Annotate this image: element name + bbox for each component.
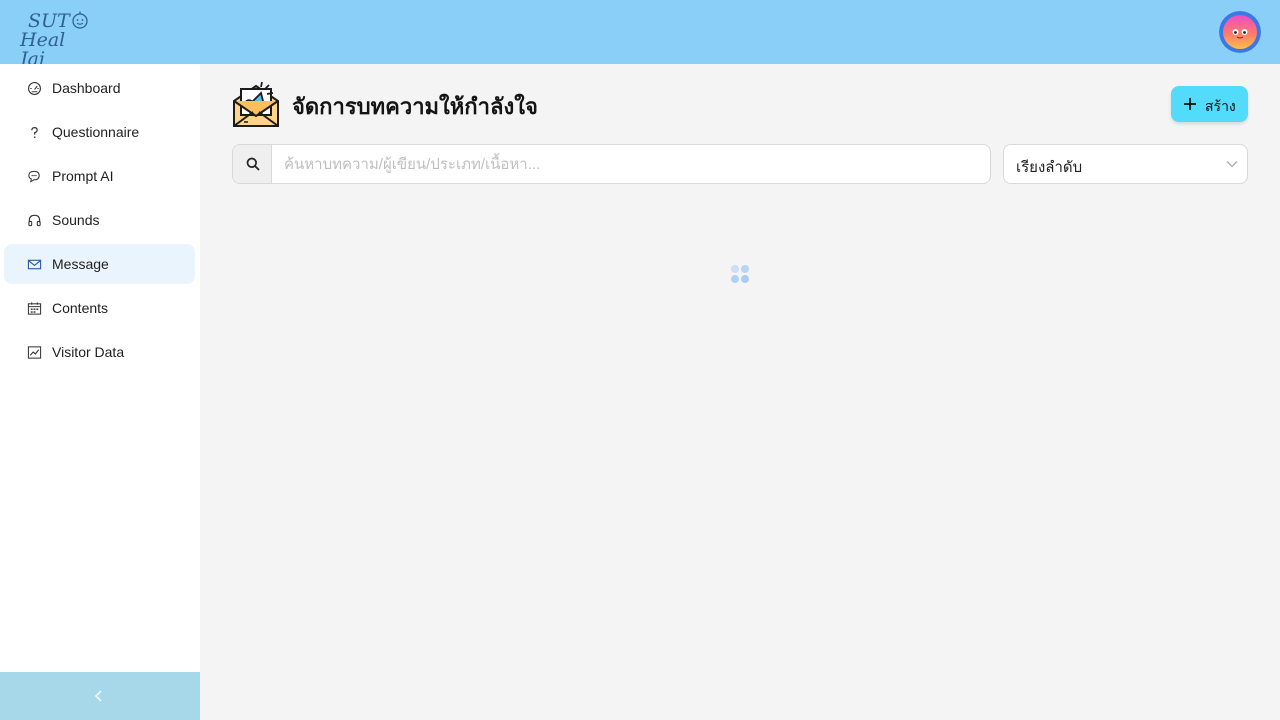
sidebar-item-visitor-data[interactable]: Visitor Data bbox=[4, 332, 195, 372]
sidebar-item-message[interactable]: Message bbox=[4, 244, 195, 284]
spinner-dot bbox=[741, 265, 749, 273]
sidebar-item-label: Sounds bbox=[52, 212, 100, 228]
sort-dropdown-label: เรียงลำดับ bbox=[1016, 159, 1083, 176]
sidebar-item-prompt-ai[interactable]: Prompt AI bbox=[4, 156, 195, 196]
sidebar-item-dashboard[interactable]: Dashboard bbox=[4, 68, 195, 108]
line-chart-icon bbox=[27, 346, 42, 359]
spinner-dot bbox=[731, 265, 739, 273]
sidebar-item-label: Prompt AI bbox=[52, 168, 114, 184]
sidebar-item-contents[interactable]: Contents bbox=[4, 288, 195, 328]
top-bar: SUT Heal Jai bbox=[0, 0, 1280, 69]
spinner-dot bbox=[741, 275, 749, 283]
smiley-face-icon bbox=[72, 11, 88, 29]
calendar-icon bbox=[27, 302, 42, 315]
sidebar-item-label: Questionnaire bbox=[52, 124, 140, 140]
search-icon bbox=[246, 157, 260, 171]
app-logo[interactable]: SUT Heal Jai bbox=[18, 8, 96, 69]
chevron-down-icon bbox=[1226, 161, 1238, 168]
search-bar bbox=[232, 144, 991, 184]
sidebar-item-label: Visitor Data bbox=[52, 344, 125, 360]
create-button[interactable]: สร้าง bbox=[1171, 86, 1248, 122]
chat-bubbles-icon bbox=[28, 170, 40, 183]
search-input[interactable] bbox=[273, 145, 989, 183]
sort-dropdown[interactable]: เรียงลำดับ bbox=[1003, 144, 1248, 184]
sidebar: Dashboard Questionnaire Prompt AI Sounds… bbox=[0, 64, 200, 720]
sidebar-item-questionnaire[interactable]: Questionnaire bbox=[4, 112, 195, 152]
plus-icon bbox=[1184, 98, 1196, 110]
spinner-dot bbox=[731, 275, 739, 283]
sidebar-item-label: Dashboard bbox=[52, 80, 121, 96]
sidebar-item-sounds[interactable]: Sounds bbox=[4, 200, 195, 240]
dashboard-gauge-icon bbox=[28, 82, 41, 95]
sidebar-item-label: Message bbox=[52, 256, 109, 272]
avatar-face-icon bbox=[1219, 11, 1261, 53]
chevron-left-icon bbox=[94, 690, 102, 702]
question-mark-icon bbox=[31, 127, 38, 139]
sidebar-collapse-button[interactable] bbox=[0, 672, 200, 720]
sidebar-item-label: Contents bbox=[52, 300, 109, 316]
search-button[interactable] bbox=[233, 145, 272, 183]
mail-icon bbox=[27, 259, 42, 270]
create-button-label: สร้าง bbox=[1205, 98, 1236, 114]
user-avatar[interactable] bbox=[1219, 11, 1261, 53]
loading-spinner bbox=[729, 263, 751, 285]
headphones-icon bbox=[28, 214, 41, 227]
page-title: จัดการบทความให้กำลังใจ bbox=[292, 94, 538, 119]
envelope-megaphone-icon bbox=[233, 81, 279, 127]
